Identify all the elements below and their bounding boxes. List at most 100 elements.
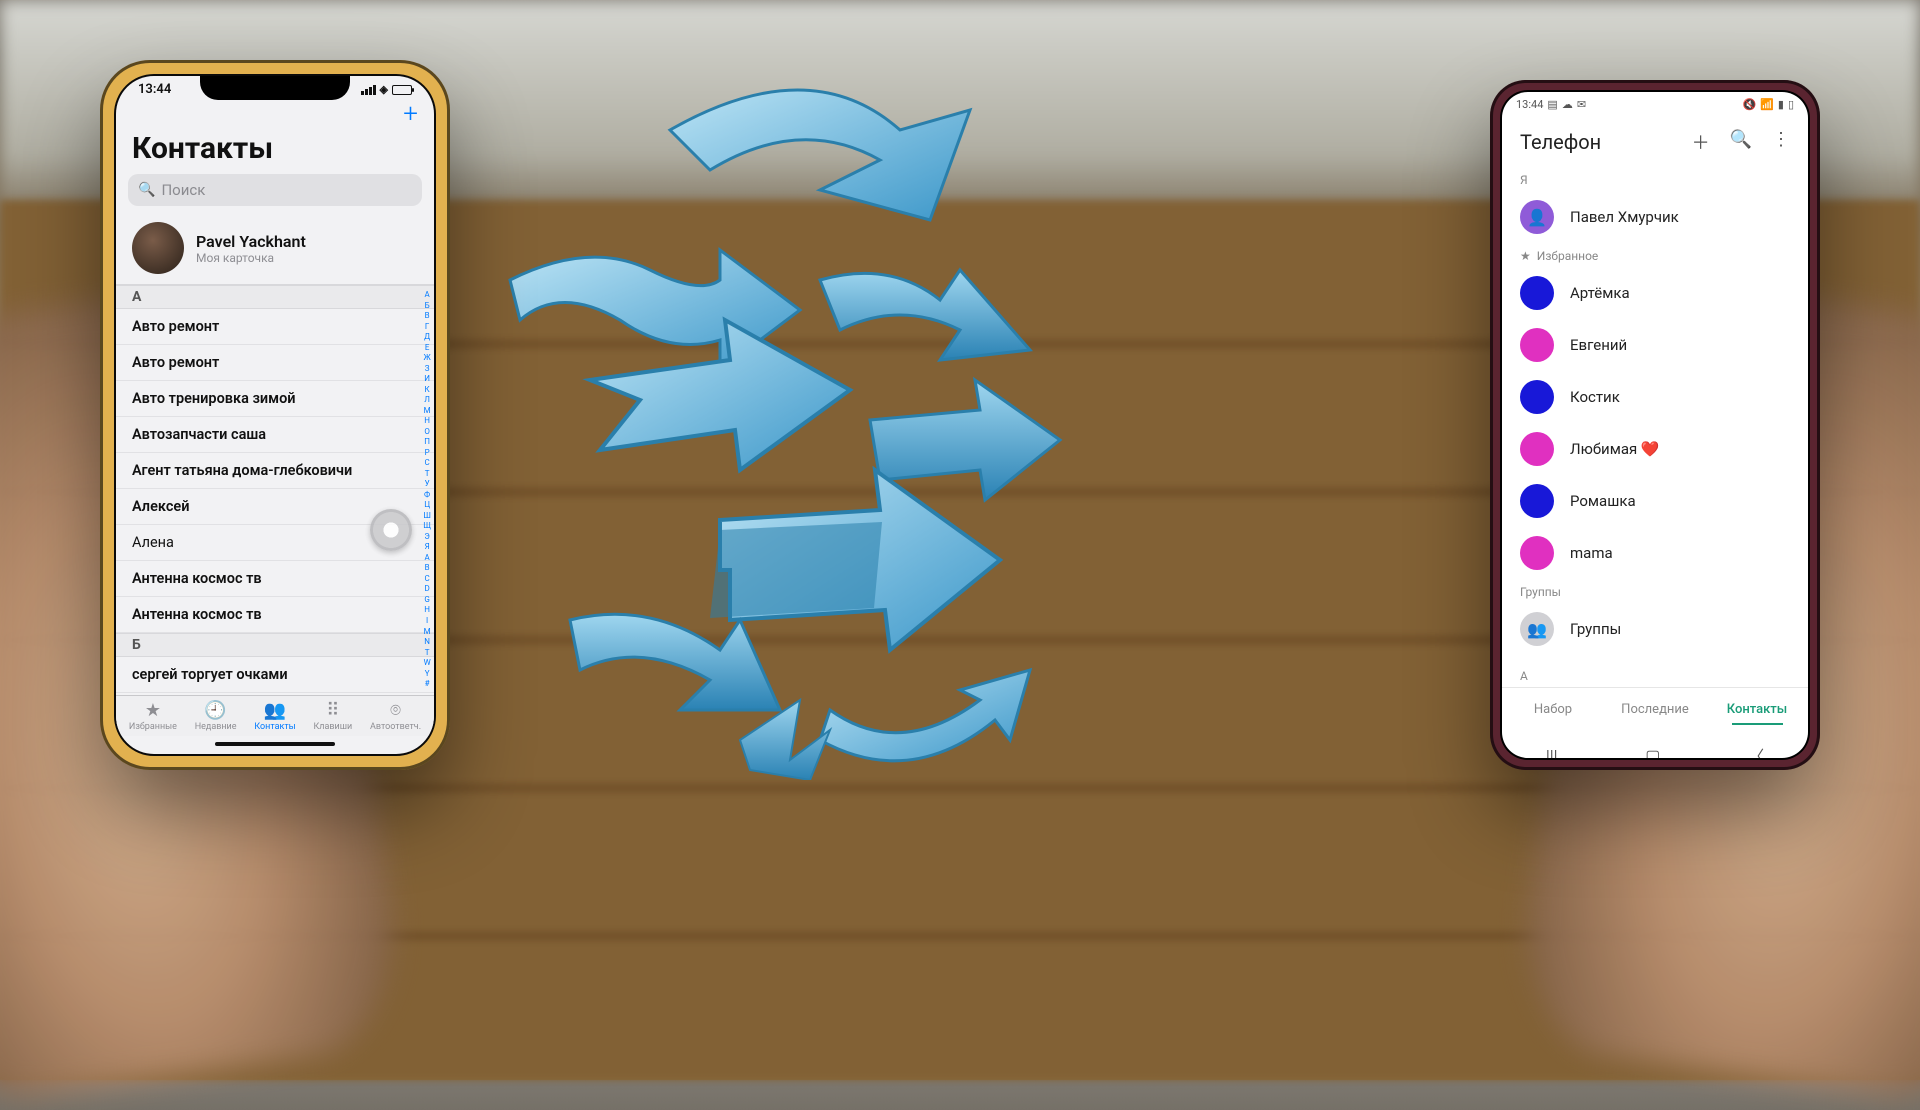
search-placeholder: Поиск: [161, 181, 205, 199]
tab-icon: ⌾: [390, 702, 401, 720]
index-letter[interactable]: Ж: [423, 354, 431, 362]
tab-label: Избранные: [129, 722, 177, 732]
contact-name: Костик: [1570, 388, 1620, 406]
back-nav-button[interactable]: 〈: [1748, 743, 1764, 758]
index-letter[interactable]: N: [423, 638, 431, 646]
ios-tab-4[interactable]: ⌾ Автоответч.: [370, 702, 421, 732]
ios-tab-2[interactable]: 👥Контакты: [254, 702, 295, 732]
index-letter[interactable]: В: [423, 312, 431, 320]
index-letter[interactable]: З: [423, 365, 431, 373]
tab-icon: 👥: [264, 702, 286, 720]
contact-row[interactable]: Авто ремонт: [116, 345, 434, 381]
add-contact-button[interactable]: +: [403, 101, 418, 127]
android-tab-1[interactable]: Последние: [1604, 688, 1706, 731]
favorite-row[interactable]: Ромашка: [1502, 475, 1808, 527]
favorite-row[interactable]: Артёмка: [1502, 267, 1808, 319]
index-letter[interactable]: Ш: [423, 512, 431, 520]
index-letter[interactable]: #: [423, 680, 431, 688]
index-letter[interactable]: Я: [423, 543, 431, 551]
iphone-notch: [200, 76, 350, 100]
index-letter[interactable]: Р: [423, 449, 431, 457]
android-device: 13:44 ▤ ☁ ✉ 🔇 📶 ▮ ▯ Телефон ＋ 🔍 ⋮: [1490, 80, 1820, 770]
me-card[interactable]: Pavel Yackhant Моя карточка: [116, 214, 434, 285]
index-letter[interactable]: C: [423, 575, 431, 583]
search-button[interactable]: 🔍: [1730, 129, 1752, 155]
chat-icon: ✉: [1577, 98, 1586, 111]
contact-row[interactable]: Агент татьяна дома-глебковичи: [116, 453, 434, 489]
recents-nav-button[interactable]: |||: [1546, 746, 1558, 759]
index-letter[interactable]: T: [423, 649, 431, 657]
ios-tab-0[interactable]: ★Избранные: [129, 702, 177, 732]
index-letter[interactable]: H: [423, 606, 431, 614]
contact-avatar: [1520, 536, 1554, 570]
favorite-row[interactable]: Евгений: [1502, 319, 1808, 371]
index-letter[interactable]: M: [423, 628, 431, 636]
index-letter[interactable]: А: [423, 291, 431, 299]
index-letter[interactable]: B: [423, 564, 431, 572]
contact-name: Ромашка: [1570, 492, 1636, 510]
index-letter[interactable]: G: [423, 596, 431, 604]
index-letter[interactable]: Б: [423, 302, 431, 310]
index-letter[interactable]: И: [423, 375, 431, 383]
me-row[interactable]: 👤 Павел Хмурчик: [1502, 191, 1808, 243]
index-letter[interactable]: М: [423, 407, 431, 415]
index-letter[interactable]: Д: [423, 333, 431, 341]
me-name: Павел Хмурчик: [1570, 208, 1679, 226]
android-tab-2[interactable]: Контакты: [1706, 688, 1808, 731]
index-letter[interactable]: Г: [423, 323, 431, 331]
android-tab-0[interactable]: Набор: [1502, 688, 1604, 731]
more-button[interactable]: ⋮: [1772, 129, 1790, 155]
index-letter[interactable]: П: [423, 438, 431, 446]
battery-icon: [392, 85, 412, 95]
sim-icon: ▤: [1547, 98, 1557, 111]
contact-row[interactable]: Антенна космос тв: [116, 597, 434, 633]
contact-row[interactable]: Леша: [116, 693, 434, 695]
index-letter[interactable]: С: [423, 459, 431, 467]
index-letter[interactable]: Y: [423, 670, 431, 678]
home-nav-button[interactable]: ▢: [1645, 746, 1660, 759]
favorite-row[interactable]: Костик: [1502, 371, 1808, 423]
index-letter[interactable]: Э: [423, 533, 431, 541]
index-letter[interactable]: Е: [423, 344, 431, 352]
tab-icon: ⠿: [326, 702, 339, 720]
search-input[interactable]: 🔍 Поиск: [128, 174, 422, 206]
groups-row[interactable]: 👥 Группы: [1502, 603, 1808, 655]
home-indicator[interactable]: [215, 742, 335, 746]
me-section-label: Я: [1502, 167, 1808, 191]
tab-label: Автоответч.: [370, 722, 421, 732]
contact-avatar: [1520, 276, 1554, 310]
contact-row[interactable]: сергей торгует очками: [116, 657, 434, 693]
contact-name: mama: [1570, 544, 1613, 562]
index-strip[interactable]: АБВГДЕЖЗИКЛМНОПРСТУФЦШЩЭЯABCDGHIMNTWY #: [423, 291, 431, 689]
index-letter[interactable]: О: [423, 428, 431, 436]
index-letter[interactable]: Т: [423, 470, 431, 478]
index-letter[interactable]: W: [423, 659, 431, 667]
ios-tab-3[interactable]: ⠿Клавиши: [313, 702, 352, 732]
contact-row[interactable]: Антенна космос тв: [116, 561, 434, 597]
contact-name: Евгений: [1570, 336, 1627, 354]
index-letter[interactable]: Ц: [423, 501, 431, 509]
contact-name: Любимая ❤️: [1570, 440, 1660, 458]
index-letter[interactable]: Н: [423, 417, 431, 425]
add-button[interactable]: ＋: [1692, 129, 1710, 155]
me-name: Pavel Yackhant: [196, 232, 306, 251]
index-letter[interactable]: Ф: [423, 491, 431, 499]
assistive-touch-button[interactable]: [370, 509, 412, 551]
signal-icon: ▮: [1778, 98, 1784, 111]
favorite-row[interactable]: Любимая ❤️: [1502, 423, 1808, 475]
contact-row[interactable]: Авто тренировка зимой: [116, 381, 434, 417]
index-letter[interactable]: A: [423, 554, 431, 562]
index-letter[interactable]: I: [423, 617, 431, 625]
index-letter[interactable]: Щ: [423, 522, 431, 530]
index-letter[interactable]: У: [423, 480, 431, 488]
signal-icon: [361, 85, 376, 95]
index-letter[interactable]: Л: [423, 396, 431, 404]
iphone-device: 13:44 ◈ + Контакты 🔍 Поиск Pavel Yackhan…: [100, 60, 450, 770]
favorite-row[interactable]: mama: [1502, 527, 1808, 579]
contact-row[interactable]: Автозапчасти саша: [116, 417, 434, 453]
ios-tab-1[interactable]: 🕘Недавние: [195, 702, 237, 732]
index-letter[interactable]: К: [423, 386, 431, 394]
index-letter[interactable]: D: [423, 585, 431, 593]
contact-row[interactable]: Авто ремонт: [116, 309, 434, 345]
contacts-list[interactable]: АБВГДЕЖЗИКЛМНОПРСТУФЦШЩЭЯABCDGHIMNTWY # А…: [116, 285, 434, 695]
